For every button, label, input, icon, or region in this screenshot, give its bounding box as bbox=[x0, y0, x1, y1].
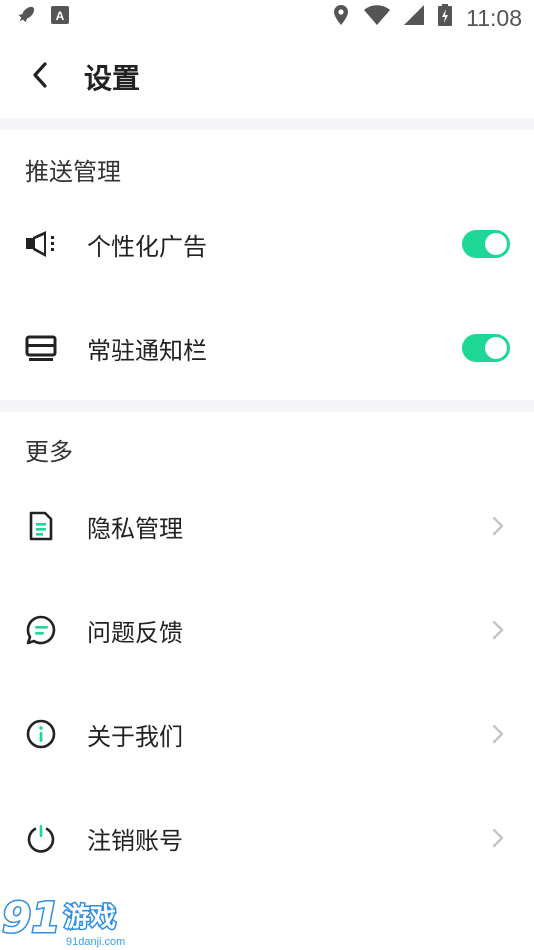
menu-row-feedback[interactable]: 问题反馈 bbox=[0, 578, 534, 682]
wallet-icon bbox=[24, 331, 58, 365]
persistent-notification-toggle[interactable] bbox=[462, 334, 510, 362]
section-divider bbox=[0, 400, 534, 412]
app-bar: 设置 bbox=[0, 36, 534, 118]
signal-icon bbox=[404, 5, 425, 31]
menu-label: 隐私管理 bbox=[87, 514, 183, 543]
page-title: 设置 bbox=[84, 62, 141, 95]
chevron-right-icon bbox=[490, 516, 506, 536]
personalized-ads-toggle[interactable] bbox=[462, 230, 510, 258]
menu-row-about[interactable]: 关于我们 bbox=[0, 682, 534, 786]
menu-label: 关于我们 bbox=[87, 722, 183, 751]
menu-row-privacy[interactable]: 隐私管理 bbox=[0, 474, 534, 578]
svg-text:A: A bbox=[56, 9, 65, 23]
battery-icon bbox=[438, 4, 453, 32]
setting-row-persistent-notification: 常驻通知栏 bbox=[0, 296, 534, 400]
megaphone-icon bbox=[24, 227, 58, 261]
menu-label: 注销账号 bbox=[87, 826, 183, 855]
section-title-push: 推送管理 bbox=[25, 158, 121, 186]
toggle-knob bbox=[485, 337, 507, 359]
info-icon bbox=[24, 717, 58, 751]
power-icon bbox=[24, 821, 58, 855]
toggle-knob bbox=[485, 233, 507, 255]
watermark-url: 91danji.com bbox=[66, 936, 126, 948]
menu-label: 问题反馈 bbox=[87, 618, 183, 647]
chat-bubble-icon bbox=[24, 613, 58, 647]
menu-row-delete-account[interactable]: 注销账号 bbox=[0, 786, 534, 890]
svg-text:91: 91 bbox=[2, 893, 60, 938]
status-bar: A 11:08 bbox=[0, 0, 534, 36]
font-a-icon: A bbox=[50, 5, 70, 31]
status-bar-left: A bbox=[14, 4, 70, 32]
setting-label: 个性化广告 bbox=[87, 232, 207, 261]
status-bar-right: 11:08 bbox=[332, 4, 522, 32]
chevron-right-icon bbox=[490, 828, 506, 848]
section-title-more: 更多 bbox=[25, 438, 73, 466]
watermark-logo: 91 游戏 91danji.com bbox=[0, 892, 140, 950]
back-button[interactable] bbox=[0, 36, 80, 118]
rocket-icon bbox=[14, 4, 36, 32]
section-divider bbox=[0, 118, 534, 130]
chevron-right-icon bbox=[490, 620, 506, 640]
svg-text:游戏: 游戏 bbox=[64, 903, 116, 933]
chevron-right-icon bbox=[490, 724, 506, 744]
location-icon bbox=[332, 4, 350, 32]
setting-row-personalized-ads: 个性化广告 bbox=[0, 192, 534, 296]
setting-label: 常驻通知栏 bbox=[87, 336, 207, 365]
wifi-icon bbox=[364, 5, 391, 31]
chevron-left-icon bbox=[31, 61, 49, 93]
status-time: 11:08 bbox=[466, 4, 522, 31]
document-icon bbox=[24, 509, 58, 543]
